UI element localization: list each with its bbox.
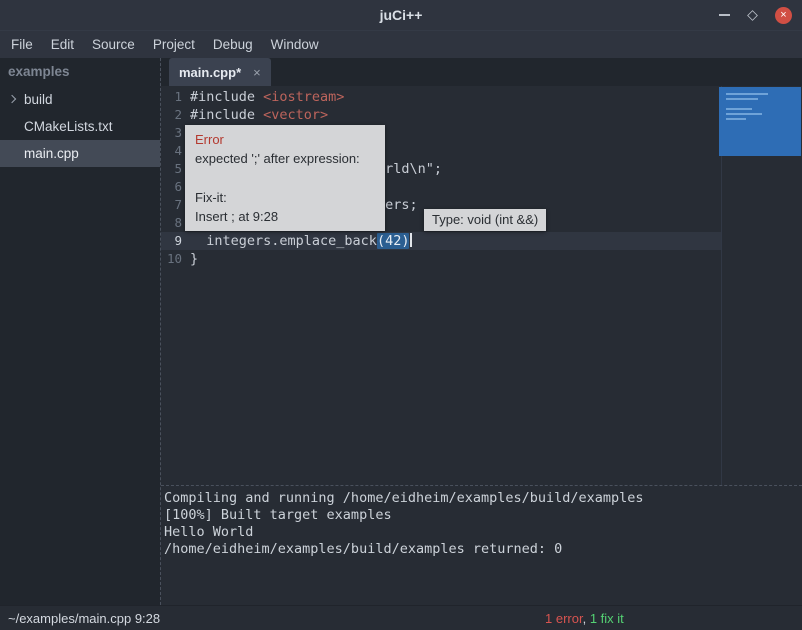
terminal-line: /home/eidheim/examples/build/examples re… <box>164 541 802 558</box>
title-bar[interactable]: juCi++ × <box>0 0 802 30</box>
terminal-line: Hello World <box>164 524 802 541</box>
file-label: build <box>24 92 53 107</box>
fixit-count: 1 fix it <box>590 611 624 626</box>
error-tooltip-line: Insert ; at 9:28 <box>195 207 375 226</box>
code-line-text: integers.emplace_back(42) <box>190 232 412 250</box>
code-line-text: #include <vector> <box>190 106 328 124</box>
error-tooltip: Error expected ';' after expression: Fix… <box>185 125 385 231</box>
error-tooltip-body: expected ';' after expression: Fix-it:In… <box>195 149 375 226</box>
file-browser-sidebar: examples build CMakeLists.txt main.cpp <box>0 58 160 605</box>
diagnostics-separator: , <box>583 611 590 626</box>
code-line-1[interactable]: 1#include <iostream> <box>161 88 721 106</box>
status-diagnostics: 1 error, 1 fix it <box>545 611 624 626</box>
sidebar-item-cmakelists-txt[interactable]: CMakeLists.txt <box>0 113 160 140</box>
code-line-text: #include <iostream> <box>190 88 344 106</box>
code-segment-plain: #include <box>190 107 263 123</box>
file-label: CMakeLists.txt <box>24 119 113 134</box>
minimap-line <box>726 98 758 100</box>
code-segment-plain: } <box>190 251 198 267</box>
error-tooltip-line <box>195 168 375 187</box>
close-icon[interactable]: × <box>775 7 792 24</box>
error-tooltip-line: Fix-it: <box>195 188 375 207</box>
status-bar: ~/examples/main.cpp 9:28 1 error, 1 fix … <box>0 605 802 630</box>
minimize-icon[interactable] <box>719 14 730 16</box>
code-line-2[interactable]: 2#include <vector> <box>161 106 721 124</box>
line-number: 2 <box>161 106 190 124</box>
text-cursor <box>410 233 412 247</box>
menu-bar: FileEditSourceProjectDebugWindow <box>0 30 802 58</box>
menu-item-edit[interactable]: Edit <box>42 31 83 59</box>
code-editor[interactable]: 1#include <iostream>2#include <vector>34… <box>161 86 802 485</box>
terminal-line: [100%] Built target examples <box>164 507 802 524</box>
menu-item-file[interactable]: File <box>2 31 42 59</box>
editor-overview-map[interactable] <box>719 87 801 156</box>
code-segment-include: <vector> <box>263 107 328 123</box>
code-segment-plain: integers.emplace_back <box>190 233 377 249</box>
window-controls: × <box>719 0 792 30</box>
sidebar-item-main-cpp[interactable]: main.cpp <box>0 140 160 167</box>
tab-main-cpp[interactable]: main.cpp* × <box>169 58 271 86</box>
app-window: juCi++ × FileEditSourceProjectDebugWindo… <box>0 0 802 630</box>
menu-item-debug[interactable]: Debug <box>204 31 262 59</box>
sidebar-item-build[interactable]: build <box>0 86 160 113</box>
menu-item-source[interactable]: Source <box>83 31 144 59</box>
error-tooltip-title: Error <box>195 130 375 149</box>
restore-icon[interactable] <box>747 10 758 21</box>
build-output-terminal[interactable]: Compiling and running /home/eidheim/exam… <box>161 485 802 605</box>
code-segment-plain: #include <box>190 89 263 105</box>
menu-item-project[interactable]: Project <box>144 31 204 59</box>
chevron-right-icon[interactable] <box>8 95 16 103</box>
menu-item-window[interactable]: Window <box>262 31 328 59</box>
window-title: juCi++ <box>380 7 423 23</box>
type-tooltip: Type: void (int &&) <box>424 209 546 231</box>
file-tree: build CMakeLists.txt main.cpp <box>0 86 160 167</box>
minimap-line <box>726 113 762 115</box>
line-number: 9 <box>161 232 190 250</box>
status-file-location: ~/examples/main.cpp 9:28 <box>8 611 160 626</box>
file-label: main.cpp <box>24 146 79 161</box>
tab-close-icon[interactable]: × <box>253 65 261 80</box>
error-count: 1 error <box>545 611 583 626</box>
line-number: 1 <box>161 88 190 106</box>
minimap-line <box>726 93 768 95</box>
code-line-9[interactable]: 9 integers.emplace_back(42) <box>161 232 721 250</box>
main-area: examples build CMakeLists.txt main.cpp mai… <box>0 58 802 605</box>
tab-label: main.cpp* <box>179 65 241 80</box>
error-tooltip-line: expected ';' after expression: <box>195 149 375 168</box>
project-folder-label: examples <box>0 58 160 86</box>
minimap-line <box>726 118 746 120</box>
code-line-text: } <box>190 250 198 268</box>
tab-bar: main.cpp* × <box>161 58 802 86</box>
editor-pane: main.cpp* × 1#include <iostream>2#includ… <box>160 58 802 605</box>
line-number: 10 <box>161 250 190 268</box>
terminal-line: Compiling and running /home/eidheim/exam… <box>164 490 802 507</box>
code-line-10[interactable]: 10} <box>161 250 721 268</box>
code-segment-match: (42) <box>377 233 410 249</box>
code-segment-include: <iostream> <box>263 89 344 105</box>
minimap-line <box>726 108 752 110</box>
